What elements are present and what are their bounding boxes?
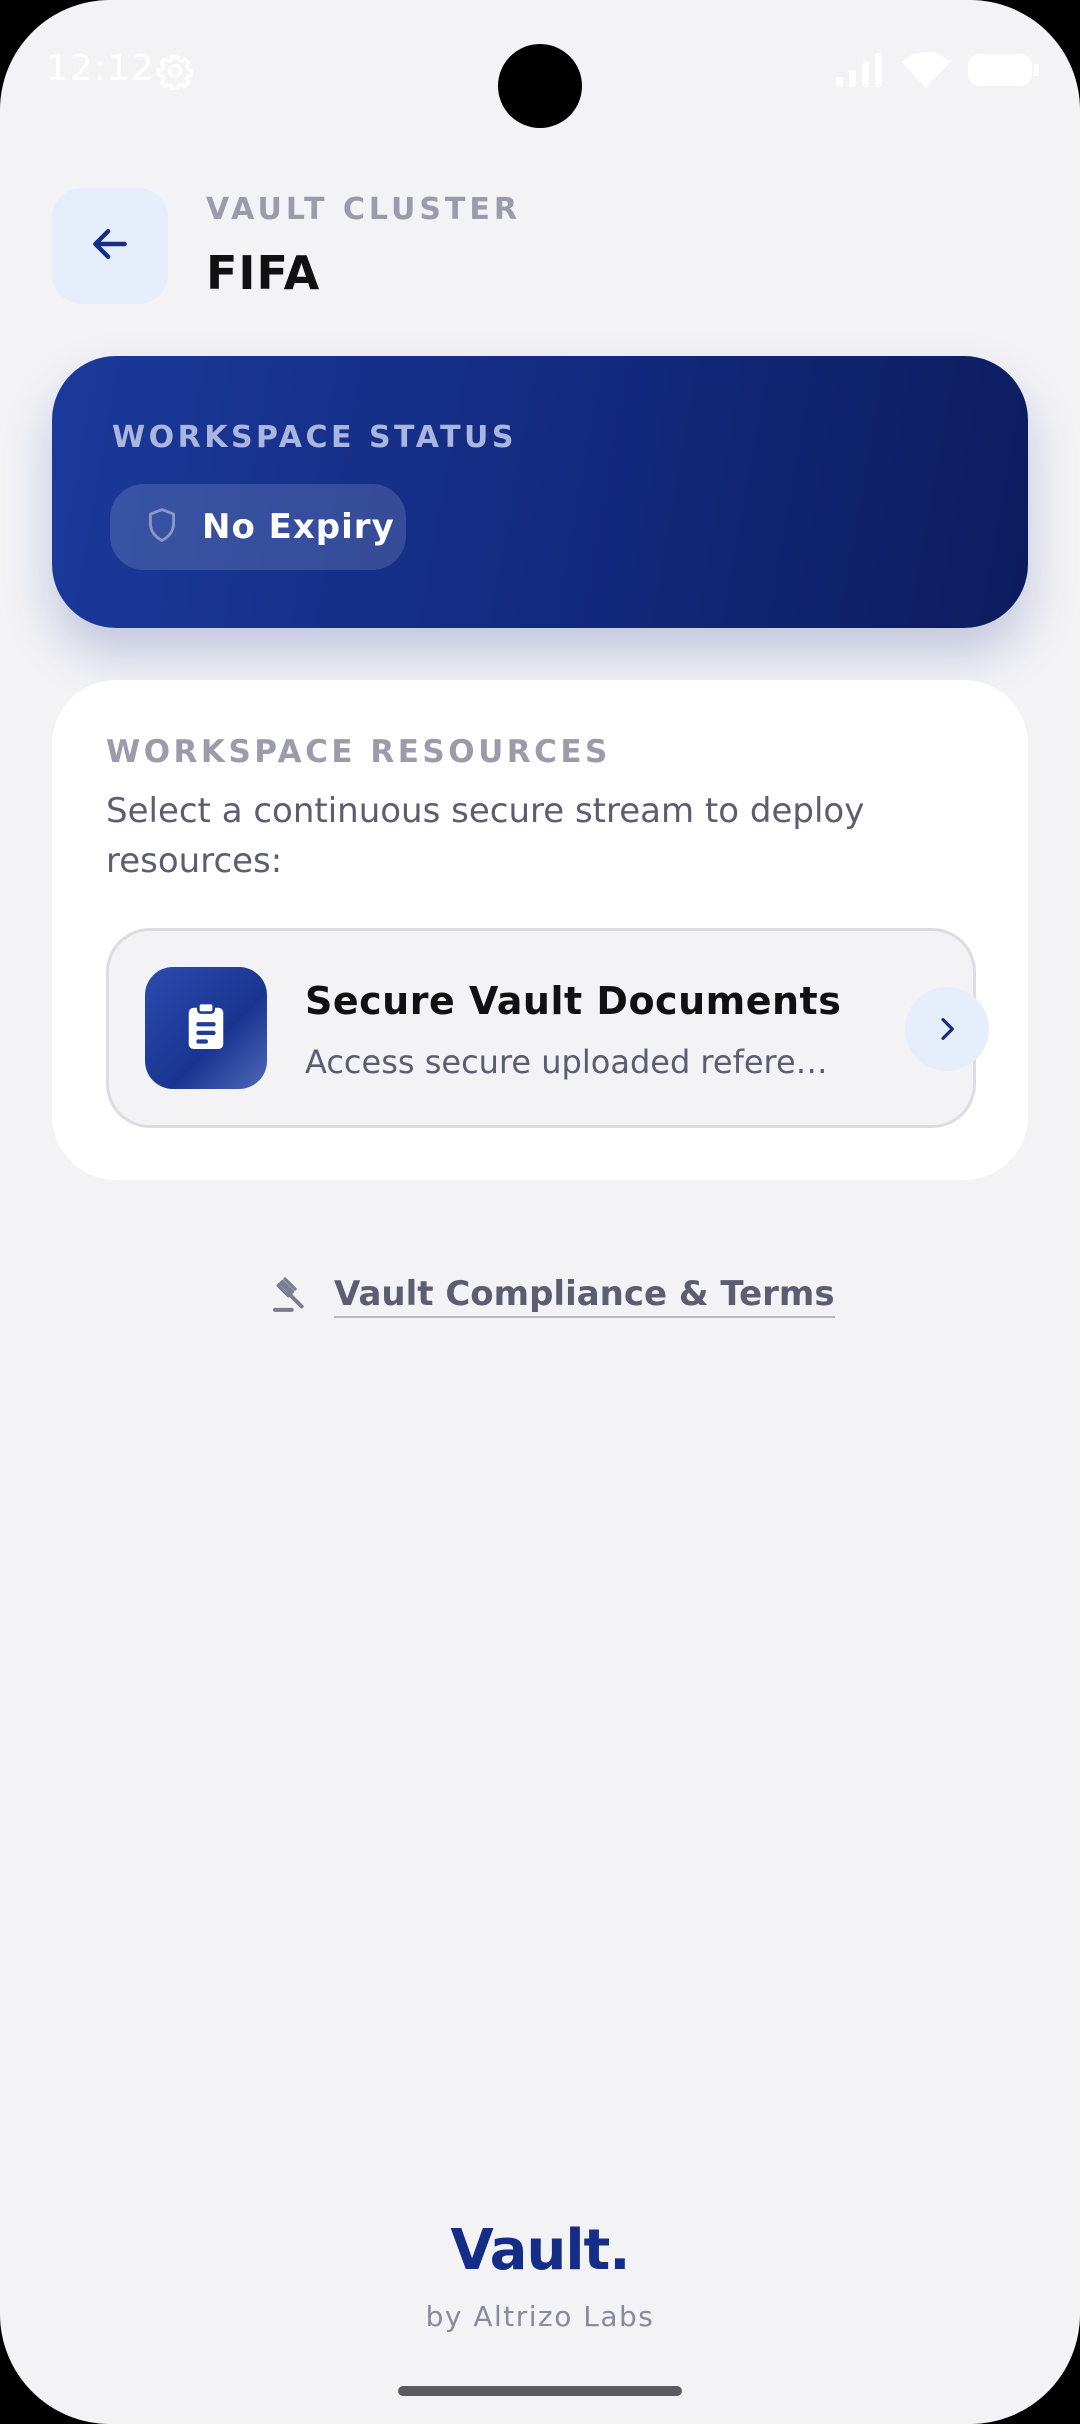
arrow-left-icon xyxy=(88,222,132,270)
brand-byline: by Altrizo Labs xyxy=(425,2300,655,2333)
gear-icon xyxy=(156,52,194,92)
status-icons xyxy=(836,52,1040,92)
back-button[interactable] xyxy=(52,188,168,304)
workspace-status-label: WORKSPACE STATUS xyxy=(112,420,518,455)
workspace-resources-description: Select a continuous secure stream to dep… xyxy=(106,791,865,881)
status-value: No Expiry xyxy=(202,507,395,547)
shield-icon xyxy=(146,507,178,547)
status-time: 12:12 xyxy=(46,48,155,89)
wifi-icon xyxy=(902,52,950,92)
app-screen: 12:12 VAULT CLUSTER FIFA WORKSPACE STATU… xyxy=(0,0,1080,2424)
compliance-link[interactable]: Vault Compliance & Terms xyxy=(270,1268,835,1324)
resource-title: Secure Vault Documents xyxy=(305,979,842,1023)
header-eyebrow: VAULT CLUSTER xyxy=(206,192,521,227)
status-bar: 12:12 xyxy=(0,0,1080,140)
brand-logo-text: Vault. xyxy=(450,2218,630,2283)
workspace-status-card: WORKSPACE STATUS No Expiry xyxy=(52,356,1028,628)
compliance-link-label[interactable]: Vault Compliance & Terms xyxy=(334,1274,835,1318)
resource-subtitle: Access secure uploaded references xyxy=(305,1043,845,1081)
clipboard-icon xyxy=(183,1001,229,1055)
signal-icon xyxy=(836,53,884,91)
workspace-resources-label: WORKSPACE RESOURCES xyxy=(106,734,611,770)
chevron-right-icon[interactable] xyxy=(905,987,989,1071)
status-badge: No Expiry xyxy=(110,484,406,570)
gavel-icon xyxy=(270,1274,310,1318)
resource-item-secure-vault-documents[interactable]: Secure Vault Documents Access secure upl… xyxy=(106,928,989,1128)
battery-icon xyxy=(968,52,1040,92)
workspace-resources-card: WORKSPACE RESOURCES Select a continuous … xyxy=(52,680,1028,1180)
page-title: FIFA xyxy=(206,246,321,300)
home-indicator[interactable] xyxy=(398,2386,682,2396)
front-camera xyxy=(498,44,582,128)
resource-icon-box xyxy=(145,967,267,1089)
